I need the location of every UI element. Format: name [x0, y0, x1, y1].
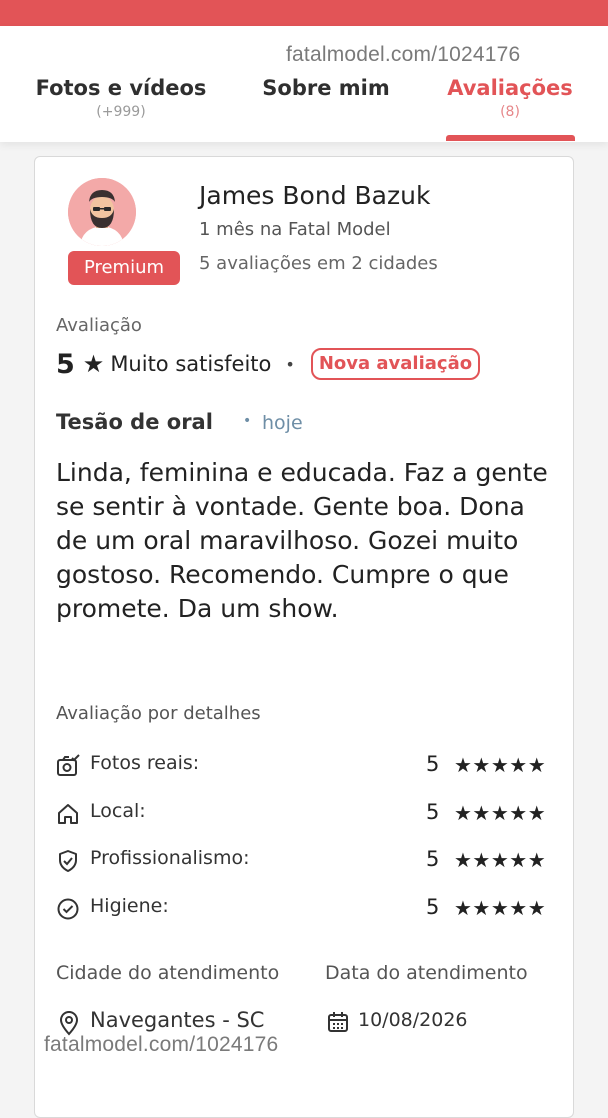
- reviewer-name[interactable]: James Bond Bazuk: [199, 181, 430, 210]
- detail-stars: ★★★★★: [454, 801, 547, 825]
- detail-row-location: Local: 5 ★★★★★: [56, 800, 554, 828]
- detail-stars: ★★★★★: [454, 848, 547, 872]
- tab-label: Sobre mim: [262, 76, 390, 100]
- overall-rating: 5 ★ Muito satisfeito • Nova avaliação: [56, 346, 481, 382]
- active-tab-indicator: [446, 135, 575, 141]
- top-status-bar: [0, 0, 608, 26]
- detail-row-professionalism: Profissionalismo: 5 ★★★★★: [56, 847, 554, 875]
- star-icon: ★: [82, 350, 105, 378]
- detail-row-photos: Fotos reais: 5 ★★★★★: [56, 752, 554, 780]
- detail-stars: ★★★★★: [454, 896, 547, 920]
- tab-count: (8): [500, 104, 520, 120]
- premium-badge: Premium: [68, 251, 180, 285]
- watermark-bottom: fatalmodel.com/1024176: [44, 1033, 279, 1056]
- detail-score: 5: [426, 800, 440, 824]
- service-date-label: Data do atendimento: [325, 962, 528, 984]
- check-circle-icon: [57, 898, 79, 920]
- tab-label: Fotos e vídeos: [35, 76, 207, 100]
- detail-score: 5: [426, 847, 440, 871]
- new-review-badge: Nova avaliação: [310, 348, 481, 380]
- tab-photos-videos[interactable]: Fotos e vídeos (+999): [34, 76, 208, 120]
- tab-about-me[interactable]: Sobre mim: [255, 76, 397, 100]
- detail-row-hygiene: Higiene: 5 ★★★★★: [56, 895, 554, 923]
- shield-check-icon: [59, 850, 77, 872]
- detail-name: Local:: [90, 800, 146, 822]
- avatar[interactable]: [68, 178, 136, 246]
- detail-name: Fotos reais:: [90, 752, 200, 774]
- detail-stars: ★★★★★: [454, 753, 547, 777]
- separator-dot: •: [285, 354, 295, 374]
- reviewer-review-count: 5 avaliações em 2 cidades: [199, 253, 438, 274]
- review-date: hoje: [262, 412, 303, 434]
- home-icon: [58, 804, 78, 824]
- tab-label: Avaliações: [447, 76, 573, 100]
- detail-name: Profissionalismo:: [90, 847, 250, 869]
- tab-reviews[interactable]: Avaliações (8): [444, 76, 576, 120]
- service-date: 10/08/2026: [358, 1009, 468, 1031]
- detail-score: 5: [426, 752, 440, 776]
- review-title: Tesão de oral: [56, 410, 213, 434]
- detail-score: 5: [426, 895, 440, 919]
- rating-text: Muito satisfeito: [110, 352, 272, 376]
- separator-dot: •: [243, 413, 252, 429]
- calendar-icon: [328, 1012, 348, 1032]
- tab-count: (+999): [96, 104, 146, 120]
- details-heading: Avaliação por detalhes: [56, 703, 261, 724]
- review-body: Linda, feminina e educada. Faz a gente s…: [56, 458, 548, 623]
- rating-label: Avaliação: [56, 315, 142, 336]
- rating-score: 5: [56, 348, 75, 380]
- detail-name: Higiene:: [90, 895, 169, 917]
- service-city: Navegantes - SC: [90, 1008, 265, 1032]
- service-city-label: Cidade do atendimento: [56, 962, 280, 984]
- watermark-top: fatalmodel.com/1024176: [286, 43, 521, 66]
- reviewer-tenure: 1 mês na Fatal Model: [199, 219, 391, 240]
- camera-check-icon: [57, 754, 80, 776]
- bearded-man-avatar-icon: [68, 178, 136, 246]
